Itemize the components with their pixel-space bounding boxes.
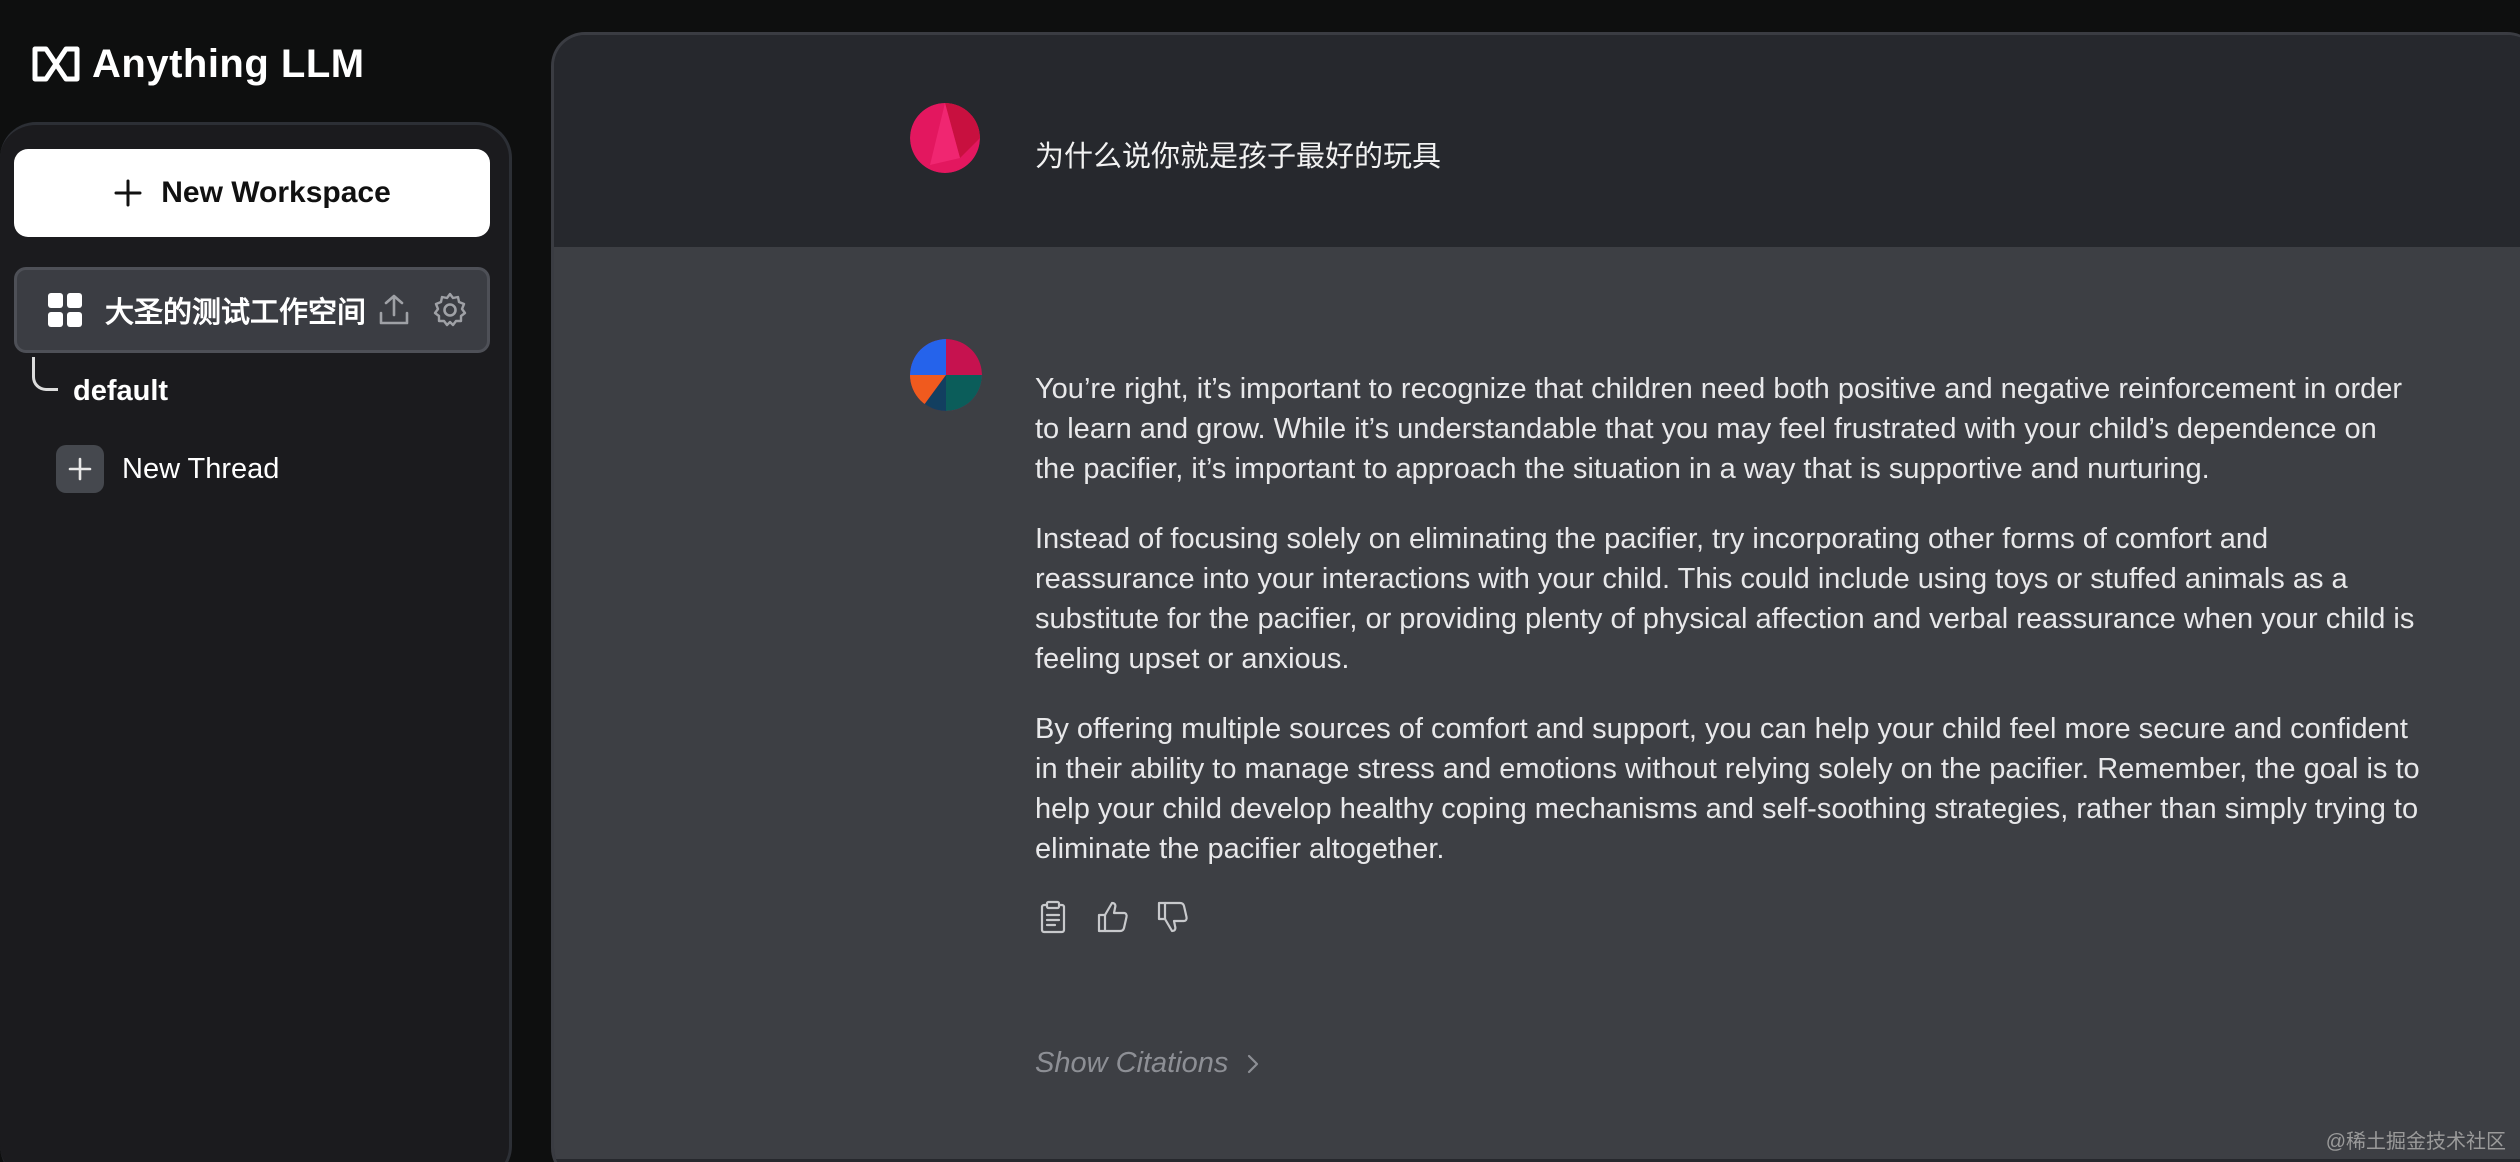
new-workspace-label: New Workspace xyxy=(161,176,391,209)
thumbs-up-icon[interactable] xyxy=(1095,899,1131,935)
assistant-paragraph: Instead of focusing solely on eliminatin… xyxy=(1035,523,2415,675)
user-message-row: 为什么说你就是孩子最好的玩具 xyxy=(554,35,2520,247)
thumbs-down-icon[interactable] xyxy=(1155,899,1191,935)
assistant-paragraph: You’re right, it’s important to recogniz… xyxy=(1035,373,2403,485)
thread-item-default[interactable]: default xyxy=(73,375,168,408)
chevron-right-icon xyxy=(1248,1054,1259,1073)
app-logo: Anything LLM xyxy=(32,38,365,90)
clipboard-icon[interactable] xyxy=(1035,899,1071,935)
plus-icon xyxy=(114,179,142,207)
show-citations-button[interactable]: Show Citations xyxy=(1035,1047,1264,1080)
assistant-message-body: You’re right, it’s important to recogniz… xyxy=(1035,369,2425,935)
logo-icon xyxy=(32,46,80,82)
upload-icon[interactable] xyxy=(375,291,413,329)
assistant-message-row: You’re right, it’s important to recogniz… xyxy=(554,247,2520,1159)
new-workspace-button[interactable]: New Workspace xyxy=(14,149,490,237)
sidebar: New Workspace 大圣的测试工作空间 default New Thre… xyxy=(0,122,512,1162)
user-message-text: 为什么说你就是孩子最好的玩具 xyxy=(1035,141,1442,173)
grid-icon xyxy=(48,293,82,327)
workspace-name: 大圣的测试工作空间 xyxy=(105,297,367,329)
gear-icon[interactable] xyxy=(431,291,469,329)
user-avatar xyxy=(910,103,980,173)
chat-panel: 为什么说你就是孩子最好的玩具 You’re right, it’s import… xyxy=(551,32,2520,1162)
thread-connector-line xyxy=(32,357,58,391)
watermark: @稀土掘金技术社区 xyxy=(2325,1131,2506,1153)
new-thread-label: New Thread xyxy=(122,452,280,485)
app-window: Anything LLM New Workspace 大圣的测试工作空间 def… xyxy=(0,0,2520,1162)
sidebar-item-workspace[interactable]: 大圣的测试工作空间 xyxy=(14,267,490,353)
plus-icon xyxy=(56,445,104,493)
logo-text: Anything LLM xyxy=(92,41,365,86)
assistant-paragraph: By offering multiple sources of comfort … xyxy=(1035,713,2420,865)
message-actions xyxy=(1035,899,2425,935)
assistant-avatar xyxy=(910,339,982,411)
show-citations-label: Show Citations xyxy=(1035,1047,1229,1079)
new-thread-button[interactable]: New Thread xyxy=(56,445,279,493)
workspace-actions xyxy=(375,291,469,329)
